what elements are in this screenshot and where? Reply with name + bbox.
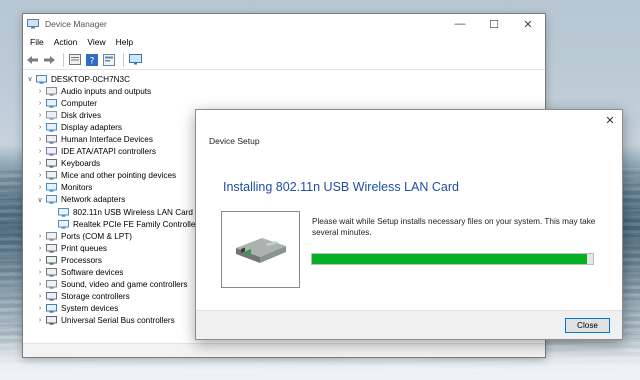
- progress-fill: [312, 254, 588, 264]
- collapse-chevron-icon[interactable]: ›: [35, 245, 45, 252]
- tree-node[interactable]: ∨ DESKTOP-0CH7N3C: [23, 73, 545, 85]
- usb-adapter-icon: [232, 232, 290, 268]
- dialog-title: Device Setup: [209, 136, 260, 146]
- expand-chevron-icon[interactable]: ∨: [25, 75, 35, 83]
- monitor-icon: [45, 183, 57, 193]
- mouse-icon: [45, 171, 57, 181]
- maximize-button[interactable]: ☐: [477, 14, 511, 34]
- tree-node-label: Human Interface Devices: [61, 135, 153, 145]
- help-icon[interactable]: ?: [85, 53, 99, 67]
- tree-node-label: System devices: [61, 304, 119, 314]
- display-icon: [45, 122, 57, 132]
- hid-icon: [45, 135, 57, 145]
- collapse-chevron-icon[interactable]: ›: [35, 88, 45, 95]
- close-button[interactable]: ✕: [511, 14, 545, 34]
- speaker-icon: [45, 86, 57, 96]
- device-manager-icon: [27, 19, 39, 29]
- collapse-chevron-icon[interactable]: ›: [35, 257, 45, 264]
- computer-icon: [35, 74, 47, 84]
- tree-node-label: Sound, video and game controllers: [61, 280, 188, 290]
- computer-icon: [45, 98, 57, 108]
- window-title: Device Manager: [45, 19, 107, 29]
- collapse-chevron-icon[interactable]: ›: [35, 100, 45, 107]
- install-heading: Installing 802.11n USB Wireless LAN Card: [223, 180, 459, 194]
- tree-node[interactable]: › Computer: [23, 97, 545, 109]
- menu-bar: File Action View Help: [23, 34, 545, 50]
- tree-node-label: 802.11n USB Wireless LAN Card: [73, 207, 193, 217]
- update-driver-icon[interactable]: [102, 53, 116, 67]
- collapse-chevron-icon[interactable]: ›: [35, 317, 45, 324]
- install-progress-bar: [311, 253, 594, 265]
- forward-arrow-icon[interactable]: [42, 53, 56, 67]
- printer-icon: [45, 243, 57, 253]
- device-setup-dialog: ✕ Device Setup Installing 802.11n USB Wi…: [195, 109, 623, 340]
- tree-node-label: IDE ATA/ATAPI controllers: [61, 147, 156, 157]
- keyboard-icon: [45, 159, 57, 169]
- tree-node-label: Realtek PCIe FE Family Controller: [73, 219, 199, 229]
- svg-text:?: ?: [90, 56, 95, 66]
- ide-icon: [45, 147, 57, 157]
- collapse-chevron-icon[interactable]: ›: [35, 160, 45, 167]
- menu-help[interactable]: Help: [111, 37, 138, 47]
- properties-icon[interactable]: [68, 53, 82, 67]
- collapse-chevron-icon[interactable]: ›: [35, 233, 45, 240]
- dialog-footer: Close: [196, 310, 622, 339]
- toolbar-separator: [63, 52, 64, 67]
- install-message: Please wait while Setup installs necessa…: [312, 217, 596, 237]
- menu-file[interactable]: File: [25, 37, 49, 47]
- collapse-chevron-icon[interactable]: ›: [35, 136, 45, 143]
- collapse-chevron-icon[interactable]: ›: [35, 281, 45, 288]
- tree-node[interactable]: › Audio inputs and outputs: [23, 85, 545, 97]
- system-icon: [45, 304, 57, 314]
- monitor-icon[interactable]: [128, 53, 142, 67]
- processor-icon: [45, 255, 57, 265]
- network-icon: [57, 207, 69, 217]
- disk-icon: [45, 110, 57, 120]
- network-icon: [45, 195, 57, 205]
- collapse-chevron-icon[interactable]: ›: [35, 305, 45, 312]
- tree-node-label: Disk drives: [61, 110, 102, 120]
- toolbar-separator: [123, 52, 124, 67]
- port-icon: [45, 231, 57, 241]
- tree-node-label: Software devices: [61, 268, 124, 278]
- collapse-chevron-icon[interactable]: ›: [35, 184, 45, 191]
- status-bar: [23, 343, 545, 357]
- tree-node-label: Mice and other pointing devices: [61, 171, 177, 181]
- dialog-close-icon[interactable]: ✕: [602, 112, 618, 128]
- tree-node-label: Display adapters: [61, 122, 122, 132]
- software-icon: [45, 268, 57, 278]
- tree-node-label: Storage controllers: [61, 292, 130, 302]
- usb-icon: [45, 316, 57, 326]
- close-dialog-button[interactable]: Close: [565, 318, 610, 333]
- toolbar: ?: [23, 50, 545, 70]
- minimize-button[interactable]: —: [443, 14, 477, 34]
- tree-node-label: Universal Serial Bus controllers: [61, 316, 175, 326]
- collapse-chevron-icon[interactable]: ›: [35, 269, 45, 276]
- sound-icon: [45, 280, 57, 290]
- storage-icon: [45, 292, 57, 302]
- collapse-chevron-icon[interactable]: ›: [35, 112, 45, 119]
- collapse-chevron-icon[interactable]: ›: [35, 293, 45, 300]
- menu-action[interactable]: Action: [49, 37, 83, 47]
- title-bar[interactable]: Device Manager — ☐ ✕: [23, 14, 545, 34]
- tree-node-label: Keyboards: [61, 159, 101, 169]
- device-image-frame: [221, 211, 300, 288]
- expand-chevron-icon[interactable]: ∨: [35, 196, 45, 204]
- collapse-chevron-icon[interactable]: ›: [35, 124, 45, 131]
- tree-node-label: Ports (COM & LPT): [61, 231, 132, 241]
- network-icon: [57, 219, 69, 229]
- tree-node-label: Processors: [61, 255, 102, 265]
- back-arrow-icon[interactable]: [25, 53, 39, 67]
- menu-view[interactable]: View: [82, 37, 110, 47]
- collapse-chevron-icon[interactable]: ›: [35, 148, 45, 155]
- tree-node-label: Audio inputs and outputs: [61, 86, 152, 96]
- collapse-chevron-icon[interactable]: ›: [35, 172, 45, 179]
- tree-node-label: Network adapters: [61, 195, 126, 205]
- tree-node-label: Monitors: [61, 183, 93, 193]
- tree-node-label: Computer: [61, 98, 97, 108]
- tree-node-label: Print queues: [61, 243, 107, 253]
- tree-node-label: DESKTOP-0CH7N3C: [51, 74, 131, 84]
